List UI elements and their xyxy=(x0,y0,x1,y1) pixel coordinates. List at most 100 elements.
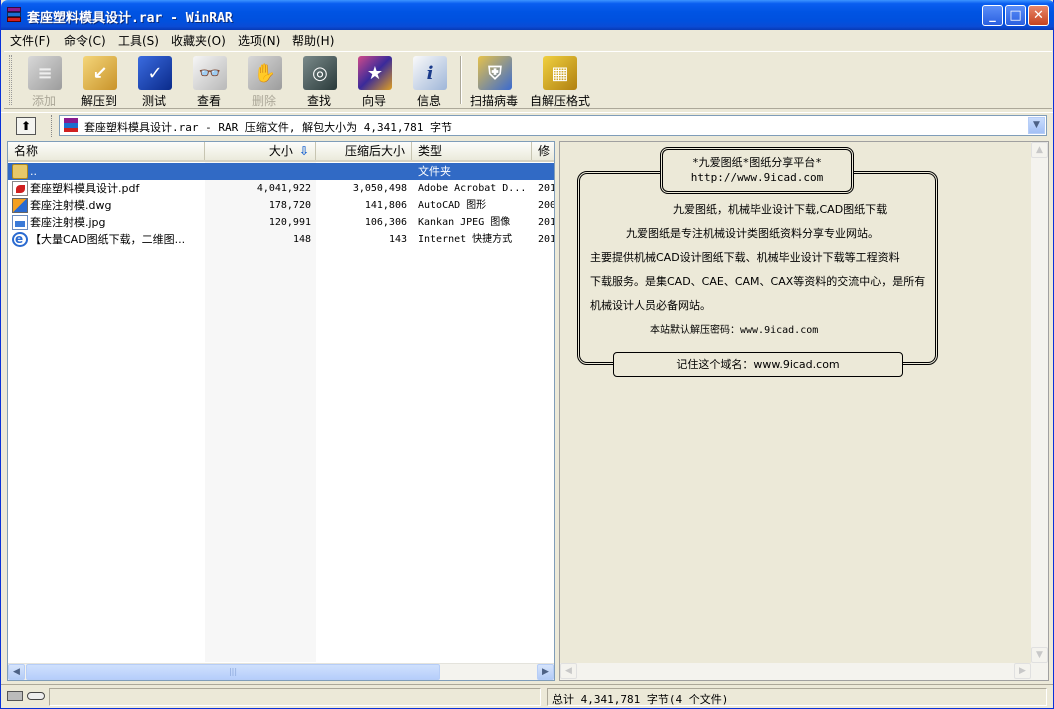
chevron-left-icon: ◀ xyxy=(13,667,20,677)
extract-to-button[interactable]: ↙ 解压到 xyxy=(71,54,127,108)
address-bar: ⬆ 套座塑料模具设计.rar - RAR 压缩文件, 解包大小为 4,341,7… xyxy=(1,112,1053,138)
add-button[interactable]: ≡ 添加 xyxy=(16,54,72,108)
file-type: Internet 快捷方式 xyxy=(418,234,513,245)
comment-line: 机械设计人员必备网站。 xyxy=(590,299,711,312)
menu-commands[interactable]: 命令(C) xyxy=(64,32,106,49)
chevron-down-icon: ▼ xyxy=(1033,120,1040,130)
pdf-icon xyxy=(12,181,28,196)
file-packed-size xyxy=(316,163,407,180)
winrar-app-icon[interactable] xyxy=(6,7,22,23)
column-header-name[interactable]: 名称 xyxy=(8,142,205,160)
file-modified: 200 xyxy=(538,200,555,211)
minimize-button[interactable]: _ xyxy=(982,5,1003,26)
column-header-modified[interactable]: 修 xyxy=(532,142,554,160)
file-modified xyxy=(538,163,554,180)
toolbar-grip[interactable] xyxy=(9,55,12,105)
title-bar[interactable]: 套座塑料模具设计.rar - WinRAR _ □ ✕ xyxy=(1,0,1054,30)
status-panel-total: 总计 4,341,781 字节(4 个文件) xyxy=(547,688,1047,706)
menu-tools[interactable]: 工具(S) xyxy=(118,32,159,49)
menu-options[interactable]: 选项(N) xyxy=(238,32,280,49)
find-button[interactable]: ◎ 查找 xyxy=(291,54,347,108)
column-packed-label: 压缩后大小 xyxy=(344,144,405,158)
file-size: 4,041,922 xyxy=(256,183,311,194)
comment-password-line: 本站默认解压密码：www.9icad.com xyxy=(650,325,819,336)
scroll-left-button[interactable]: ◀ xyxy=(560,663,577,679)
test-icon: ✓ xyxy=(138,56,172,90)
address-dropdown-button[interactable]: ▼ xyxy=(1028,117,1045,134)
jpg-icon xyxy=(12,215,28,230)
sfx-icon: ▦ xyxy=(543,56,577,90)
dwg-icon xyxy=(12,198,28,213)
file-packed-size: 106,306 xyxy=(364,217,407,228)
file-list-horizontal-scrollbar[interactable]: ◀ ||| ▶ xyxy=(8,663,554,680)
maximize-button[interactable]: □ xyxy=(1005,5,1026,26)
virus-scan-button[interactable]: ⛨ 扫描病毒 xyxy=(466,54,522,108)
find-label: 查找 xyxy=(306,94,331,108)
comment-horizontal-scrollbar[interactable]: ◀ ▶ xyxy=(560,663,1048,680)
address-combobox[interactable]: 套座塑料模具设计.rar - RAR 压缩文件, 解包大小为 4,341,781… xyxy=(59,115,1047,136)
comment-header-box: *九爱图纸*图纸分享平台* http://www.9icad.com xyxy=(660,147,854,194)
menu-favorites[interactable]: 收藏夹(O) xyxy=(171,32,226,49)
comment-vertical-scrollbar[interactable]: ▲ ▼ xyxy=(1031,142,1048,664)
comment-line: 主要提供机械CAD设计图纸下载、机械毕业设计下载等工程资料 xyxy=(590,251,900,264)
rar-archive-icon xyxy=(64,118,78,132)
file-packed-size: 3,050,498 xyxy=(352,183,407,194)
file-type: Adobe Acrobat D... xyxy=(418,183,527,194)
folder-icon xyxy=(12,164,28,179)
file-row-parent-folder[interactable]: .. 文件夹 xyxy=(8,163,554,180)
chevron-up-icon: ▲ xyxy=(1036,145,1043,155)
delete-icon: ✋ xyxy=(248,56,282,90)
file-row-pdf[interactable]: 套座塑料模具设计.pdf 4,041,922 3,050,498 Adobe A… xyxy=(8,180,554,197)
delete-label: 删除 xyxy=(251,94,276,108)
column-header-type[interactable]: 类型 xyxy=(412,142,532,160)
comment-line: 九爱图纸是专注机械设计类图纸资料分享专业网站。 xyxy=(626,227,879,240)
column-header-packed[interactable]: 压缩后大小 xyxy=(316,142,412,160)
comment-header-url: http://www.9icad.com xyxy=(690,171,824,184)
wizard-icon: ★ xyxy=(358,56,392,90)
file-modified: 201 xyxy=(538,234,555,245)
winrar-window: 套座塑料模具设计.rar - WinRAR _ □ ✕ 文件(F) 命令(C) … xyxy=(0,0,1054,709)
comment-header-title: *九爱图纸*图纸分享平台* xyxy=(692,156,822,169)
window-title: 套座塑料模具设计.rar - WinRAR xyxy=(27,11,233,26)
sort-descending-icon: ⇩ xyxy=(298,144,309,158)
drive-icon[interactable] xyxy=(7,691,23,701)
close-icon: ✕ xyxy=(1033,8,1044,23)
column-header-size[interactable]: 大小 ⇩ xyxy=(205,142,316,160)
column-size-label: 大小 xyxy=(268,144,293,158)
scroll-thumb[interactable]: ||| xyxy=(26,664,440,680)
archive-comment-pane[interactable]: *九爱图纸*图纸分享平台* http://www.9icad.com 九爱图纸，… xyxy=(559,141,1049,681)
scroll-left-button[interactable]: ◀ xyxy=(8,664,25,680)
close-button[interactable]: ✕ xyxy=(1028,5,1049,26)
info-icon: i xyxy=(413,56,447,90)
scroll-up-button[interactable]: ▲ xyxy=(1031,142,1048,158)
up-folder-button[interactable]: ⬆ xyxy=(16,117,36,135)
delete-button[interactable]: ✋ 删除 xyxy=(236,54,292,108)
menu-file[interactable]: 文件(F) xyxy=(10,32,50,49)
file-packed-size: 143 xyxy=(388,234,407,245)
file-row-url[interactable]: 【大量CAD图纸下载，二维图... 148 143 Internet 快捷方式 … xyxy=(8,231,555,248)
file-row-jpg[interactable]: 套座注射模.jpg 120,991 106,306 Kankan JPEG 图像… xyxy=(8,214,555,231)
file-list-pane[interactable]: 名称 大小 ⇩ 压缩后大小 类型 修 .. 文件夹 套座塑料模具设计.pdf 4,… xyxy=(7,141,555,681)
scroll-right-button[interactable]: ▶ xyxy=(1014,663,1031,679)
key-icon[interactable] xyxy=(27,692,45,700)
test-button[interactable]: ✓ 测试 xyxy=(126,54,182,108)
info-button[interactable]: i 信息 xyxy=(401,54,457,108)
file-type: Kankan JPEG 图像 xyxy=(418,217,511,228)
wizard-button[interactable]: ★ 向导 xyxy=(346,54,402,108)
file-size: 148 xyxy=(292,234,311,245)
view-label: 查看 xyxy=(196,94,221,108)
wizard-label: 向导 xyxy=(361,94,386,108)
file-name: 套座注射模.jpg xyxy=(30,216,106,229)
file-row-dwg[interactable]: 套座注射模.dwg 178,720 141,806 AutoCAD 图形 200 xyxy=(8,197,555,214)
sfx-button[interactable]: ▦ 自解压格式 xyxy=(528,54,592,108)
comment-footer-text: 记住这个域名：www.9icad.com xyxy=(676,358,840,371)
address-grip xyxy=(51,115,53,137)
scroll-down-button[interactable]: ▼ xyxy=(1031,647,1048,663)
status-total-text: 总计 4,341,781 字节(4 个文件) xyxy=(552,693,729,706)
view-button[interactable]: 👓 查看 xyxy=(181,54,237,108)
comment-line: 九爱图纸，机械毕业设计下载,CAD图纸下载 xyxy=(673,203,888,216)
menu-help[interactable]: 帮助(H) xyxy=(292,32,334,49)
scroll-right-button[interactable]: ▶ xyxy=(537,664,554,680)
file-modified: 201 xyxy=(538,217,555,228)
comment-footer-box: 记住这个域名：www.9icad.com xyxy=(613,352,903,377)
